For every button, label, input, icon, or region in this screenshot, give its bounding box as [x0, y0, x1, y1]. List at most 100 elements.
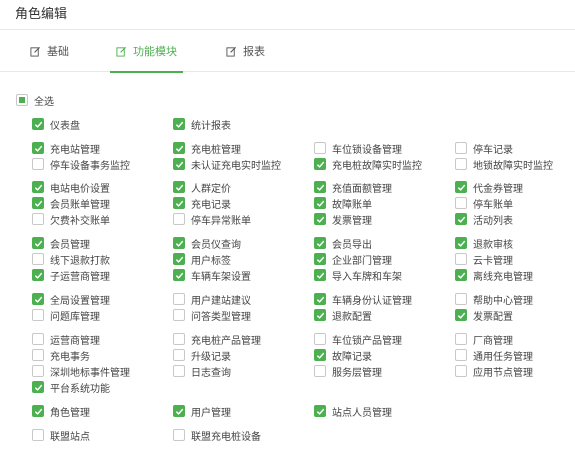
permission-checkbox[interactable]: 云卡管理 [455, 252, 513, 267]
permission-checkbox[interactable]: 停车账单 [455, 196, 513, 211]
permission-checkbox[interactable]: 深圳地标事件管理 [32, 364, 130, 379]
tab-function-modules[interactable]: 功能模块 [110, 30, 183, 73]
permission-checkbox[interactable]: 问题库管理 [32, 308, 100, 323]
permission-label: 导入车牌和车架 [332, 271, 402, 283]
checkbox-unchecked-icon [455, 142, 467, 154]
permission-checkbox[interactable]: 用户管理 [173, 404, 231, 419]
permission-checkbox[interactable]: 电站电价设置 [32, 180, 110, 195]
checkbox-checked-icon [173, 253, 185, 265]
permission-checkbox[interactable]: 升级记录 [173, 348, 231, 363]
checkbox-checked-icon [314, 349, 326, 361]
permission-checkbox[interactable]: 用户标签 [173, 252, 231, 267]
tab-reports[interactable]: 报表 [226, 30, 265, 72]
permission-checkbox[interactable]: 日志查询 [173, 364, 231, 379]
checkbox-unchecked-icon [32, 309, 44, 321]
permission-label: 离线充电管理 [473, 271, 533, 283]
permission-checkbox[interactable]: 代金券管理 [455, 180, 523, 195]
permission-checkbox[interactable]: 欠费补交账单 [32, 212, 110, 227]
permission-checkbox[interactable]: 车辆身份认证管理 [314, 292, 412, 307]
permission-checkbox[interactable]: 帮助中心管理 [455, 292, 533, 307]
permission-checkbox[interactable]: 仪表盘 [32, 117, 80, 132]
permission-checkbox[interactable]: 停车设备事务监控 [32, 157, 130, 172]
permission-checkbox[interactable]: 统计报表 [173, 117, 231, 132]
permission-checkbox[interactable]: 退款配置 [314, 308, 372, 323]
permission-checkbox[interactable]: 充值面额管理 [314, 180, 392, 195]
permission-checkbox[interactable]: 退款审核 [455, 236, 513, 251]
permission-checkbox[interactable]: 故障记录 [314, 348, 372, 363]
permission-checkbox[interactable]: 未认证充电实时监控 [173, 157, 281, 172]
permission-checkbox[interactable]: 会员管理 [32, 236, 90, 251]
permission-checkbox[interactable]: 导入车牌和车架 [314, 268, 402, 283]
permission-label: 联盟充电桩设备 [191, 431, 261, 443]
checkbox-checked-icon [173, 237, 185, 249]
checkbox-unchecked-icon [32, 333, 44, 345]
permission-checkbox[interactable]: 充电桩故障实时监控 [314, 157, 422, 172]
tab-basic[interactable]: 基础 [30, 30, 69, 72]
permission-checkbox[interactable]: 联盟站点 [32, 428, 90, 443]
page-title: 角色编辑 [15, 7, 68, 22]
checkbox-unchecked-icon [455, 197, 467, 209]
permission-label: 退款审核 [473, 239, 513, 251]
checkbox-unchecked-icon [173, 349, 185, 361]
permission-label: 升级记录 [191, 351, 231, 363]
permission-checkbox[interactable]: 服务层管理 [314, 364, 382, 379]
permission-checkbox[interactable]: 子运营商管理 [32, 268, 110, 283]
permission-checkbox[interactable]: 车辆车架设置 [173, 268, 251, 283]
permission-checkbox[interactable]: 通用任务管理 [455, 348, 533, 363]
permission-checkbox[interactable]: 充电记录 [173, 196, 231, 211]
permission-label: 云卡管理 [473, 255, 513, 267]
permission-checkbox[interactable]: 人群定价 [173, 180, 231, 195]
permission-label: 平台系统功能 [50, 383, 110, 395]
permission-checkbox[interactable]: 活动列表 [455, 212, 513, 227]
permission-label: 充电记录 [191, 199, 231, 211]
permission-label: 应用节点管理 [473, 367, 533, 379]
permission-checkbox[interactable]: 发票管理 [314, 212, 372, 227]
permission-checkbox[interactable]: 故障账单 [314, 196, 372, 211]
permission-checkbox[interactable]: 发票配置 [455, 308, 513, 323]
permission-label: 会员仪查询 [191, 239, 241, 251]
permission-checkbox[interactable]: 联盟充电桩设备 [173, 428, 261, 443]
permission-checkbox[interactable]: 充电站管理 [32, 141, 100, 156]
checkbox-checked-icon [32, 197, 44, 209]
permission-checkbox[interactable]: 企业部门管理 [314, 252, 392, 267]
permission-label: 充电桩产品管理 [191, 335, 261, 347]
permission-label: 退款配置 [332, 311, 372, 323]
permission-checkbox[interactable]: 离线充电管理 [455, 268, 533, 283]
checkbox-checked-icon [314, 269, 326, 281]
permission-label: 用户建站建议 [191, 295, 251, 307]
permission-label: 站点人员管理 [332, 407, 392, 419]
checkbox-unchecked-icon [32, 253, 44, 265]
checkbox-unchecked-icon [173, 333, 185, 345]
permission-checkbox[interactable]: 站点人员管理 [314, 404, 392, 419]
checkbox-unchecked-icon [32, 429, 44, 441]
permission-checkbox[interactable]: 充电事务 [32, 348, 90, 363]
permission-checkbox[interactable]: 用户建站建议 [173, 292, 251, 307]
edit-icon [30, 46, 41, 57]
permission-checkbox[interactable]: 问答类型管理 [173, 308, 251, 323]
tab-bar: 基础 功能模块 报表 [0, 30, 575, 73]
permission-checkbox[interactable]: 地锁故障实时监控 [455, 157, 553, 172]
permission-checkbox[interactable]: 线下退款打款 [32, 252, 110, 267]
checkbox-unchecked-icon [314, 365, 326, 377]
permission-checkbox[interactable]: 厂商管理 [455, 332, 513, 347]
permission-checkbox[interactable]: 平台系统功能 [32, 380, 110, 395]
permission-checkbox[interactable]: 停车异常账单 [173, 212, 251, 227]
tab-label: 报表 [243, 45, 265, 58]
checkbox-unchecked-icon [32, 213, 44, 225]
permission-checkbox[interactable]: 充电桩产品管理 [173, 332, 261, 347]
permission-checkbox[interactable]: 运营商管理 [32, 332, 100, 347]
permission-checkbox[interactable]: 充电桩管理 [173, 141, 241, 156]
permission-checkbox[interactable]: 全局设置管理 [32, 292, 110, 307]
select-all-checkbox[interactable]: 全选 [16, 93, 54, 108]
permission-checkbox[interactable]: 停车记录 [455, 141, 513, 156]
checkbox-checked-icon [314, 213, 326, 225]
permission-checkbox[interactable]: 会员导出 [314, 236, 372, 251]
permission-checkbox[interactable]: 应用节点管理 [455, 364, 533, 379]
checkbox-unchecked-icon [314, 142, 326, 154]
permission-label: 服务层管理 [332, 367, 382, 379]
permission-checkbox[interactable]: 车位锁设备管理 [314, 141, 402, 156]
permission-checkbox[interactable]: 会员账单管理 [32, 196, 110, 211]
permission-checkbox[interactable]: 车位锁产品管理 [314, 332, 402, 347]
permission-checkbox[interactable]: 角色管理 [32, 404, 90, 419]
permission-checkbox[interactable]: 会员仪查询 [173, 236, 241, 251]
